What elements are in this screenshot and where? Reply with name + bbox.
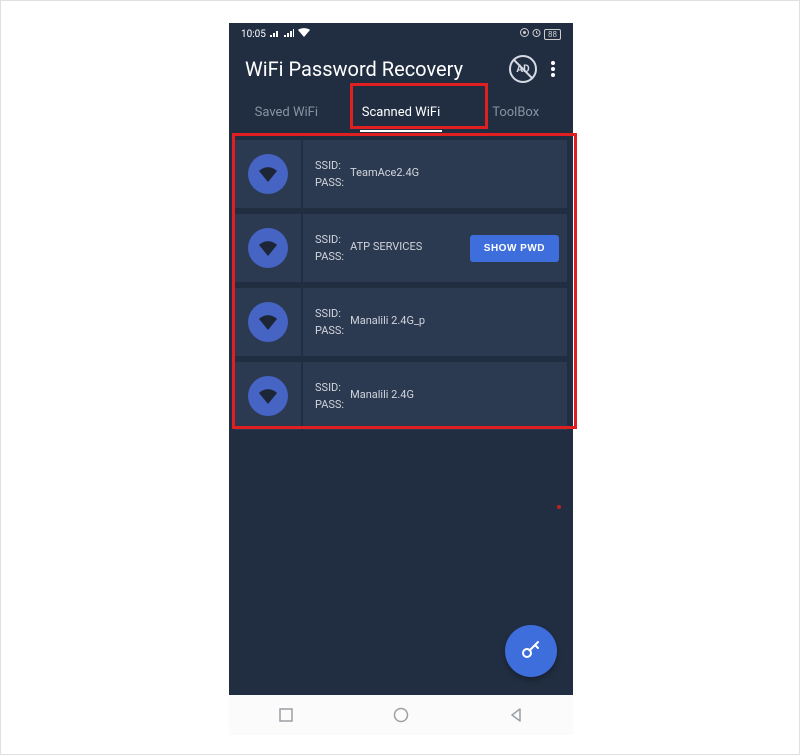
wifi-list: SSID: PASS: TeamAce2.4G SSID: PASS:	[229, 132, 573, 430]
lock-icon	[520, 28, 529, 40]
ssid-value: Manalili 2.4G_p	[350, 314, 425, 327]
wifi-details: SSID: PASS: Manalili 2.4G_p	[303, 288, 567, 356]
ssid-value: TeamAce2.4G	[350, 166, 419, 179]
signal-icon	[270, 29, 280, 40]
signal-icon	[284, 29, 294, 40]
wifi-icon	[298, 28, 310, 40]
ssid-label: SSID:	[315, 159, 344, 172]
pass-label: PASS:	[315, 250, 344, 263]
pass-label: PASS:	[315, 324, 344, 337]
red-dot-indicator	[557, 505, 561, 509]
wifi-icon	[248, 228, 288, 268]
tab-toolbox[interactable]: ToolBox	[458, 93, 573, 132]
wifi-icon-cell	[235, 140, 303, 208]
ssid-value: ATP SERVICES	[350, 240, 422, 253]
pass-label: PASS:	[315, 176, 344, 189]
fab-key-button[interactable]	[505, 625, 557, 677]
wifi-icon	[248, 154, 288, 194]
ssid-label: SSID:	[315, 233, 344, 246]
battery-icon: 88	[544, 29, 561, 40]
wifi-icon-cell	[235, 214, 303, 282]
phone-screen: 10:05 88 WiFi Password Recovery AD	[229, 23, 573, 735]
alarm-icon	[532, 28, 541, 40]
wifi-details: SSID: PASS: TeamAce2.4G	[303, 140, 567, 208]
wifi-icon-cell	[235, 288, 303, 356]
status-bar: 10:05 88	[229, 23, 573, 45]
key-icon	[520, 638, 542, 664]
wifi-icon-cell	[235, 362, 303, 430]
nav-recent-button[interactable]	[262, 708, 310, 722]
wifi-icon	[248, 376, 288, 416]
tabs: Saved WiFi Scanned WiFi ToolBox	[229, 93, 573, 132]
show-pwd-button[interactable]: SHOW PWD	[470, 235, 559, 262]
nav-back-button[interactable]	[492, 708, 540, 722]
no-ads-icon[interactable]: AD	[509, 55, 537, 83]
app-header: WiFi Password Recovery AD	[229, 45, 573, 93]
tab-scanned-wifi[interactable]: Scanned WiFi	[344, 93, 459, 132]
wifi-details: SSID: PASS: Manalili 2.4G	[303, 362, 567, 430]
wifi-row[interactable]: SSID: PASS: Manalili 2.4G_p	[235, 288, 567, 356]
wifi-icon	[248, 302, 288, 342]
nav-home-button[interactable]	[377, 707, 425, 723]
wifi-details: SSID: PASS: ATP SERVICES	[303, 214, 470, 282]
more-icon[interactable]	[547, 55, 565, 83]
wifi-row[interactable]: SSID: PASS: TeamAce2.4G	[235, 140, 567, 208]
tab-saved-wifi[interactable]: Saved WiFi	[229, 93, 344, 132]
ssid-label: SSID:	[315, 381, 344, 394]
android-nav-bar	[229, 695, 573, 735]
ssid-value: Manalili 2.4G	[350, 388, 414, 401]
pass-label: PASS:	[315, 398, 344, 411]
status-time: 10:05	[241, 29, 266, 40]
wifi-row[interactable]: SSID: PASS: Manalili 2.4G	[235, 362, 567, 430]
ssid-label: SSID:	[315, 307, 344, 320]
app-title: WiFi Password Recovery	[245, 57, 509, 81]
wifi-row[interactable]: SSID: PASS: ATP SERVICES SHOW PWD	[235, 214, 567, 282]
